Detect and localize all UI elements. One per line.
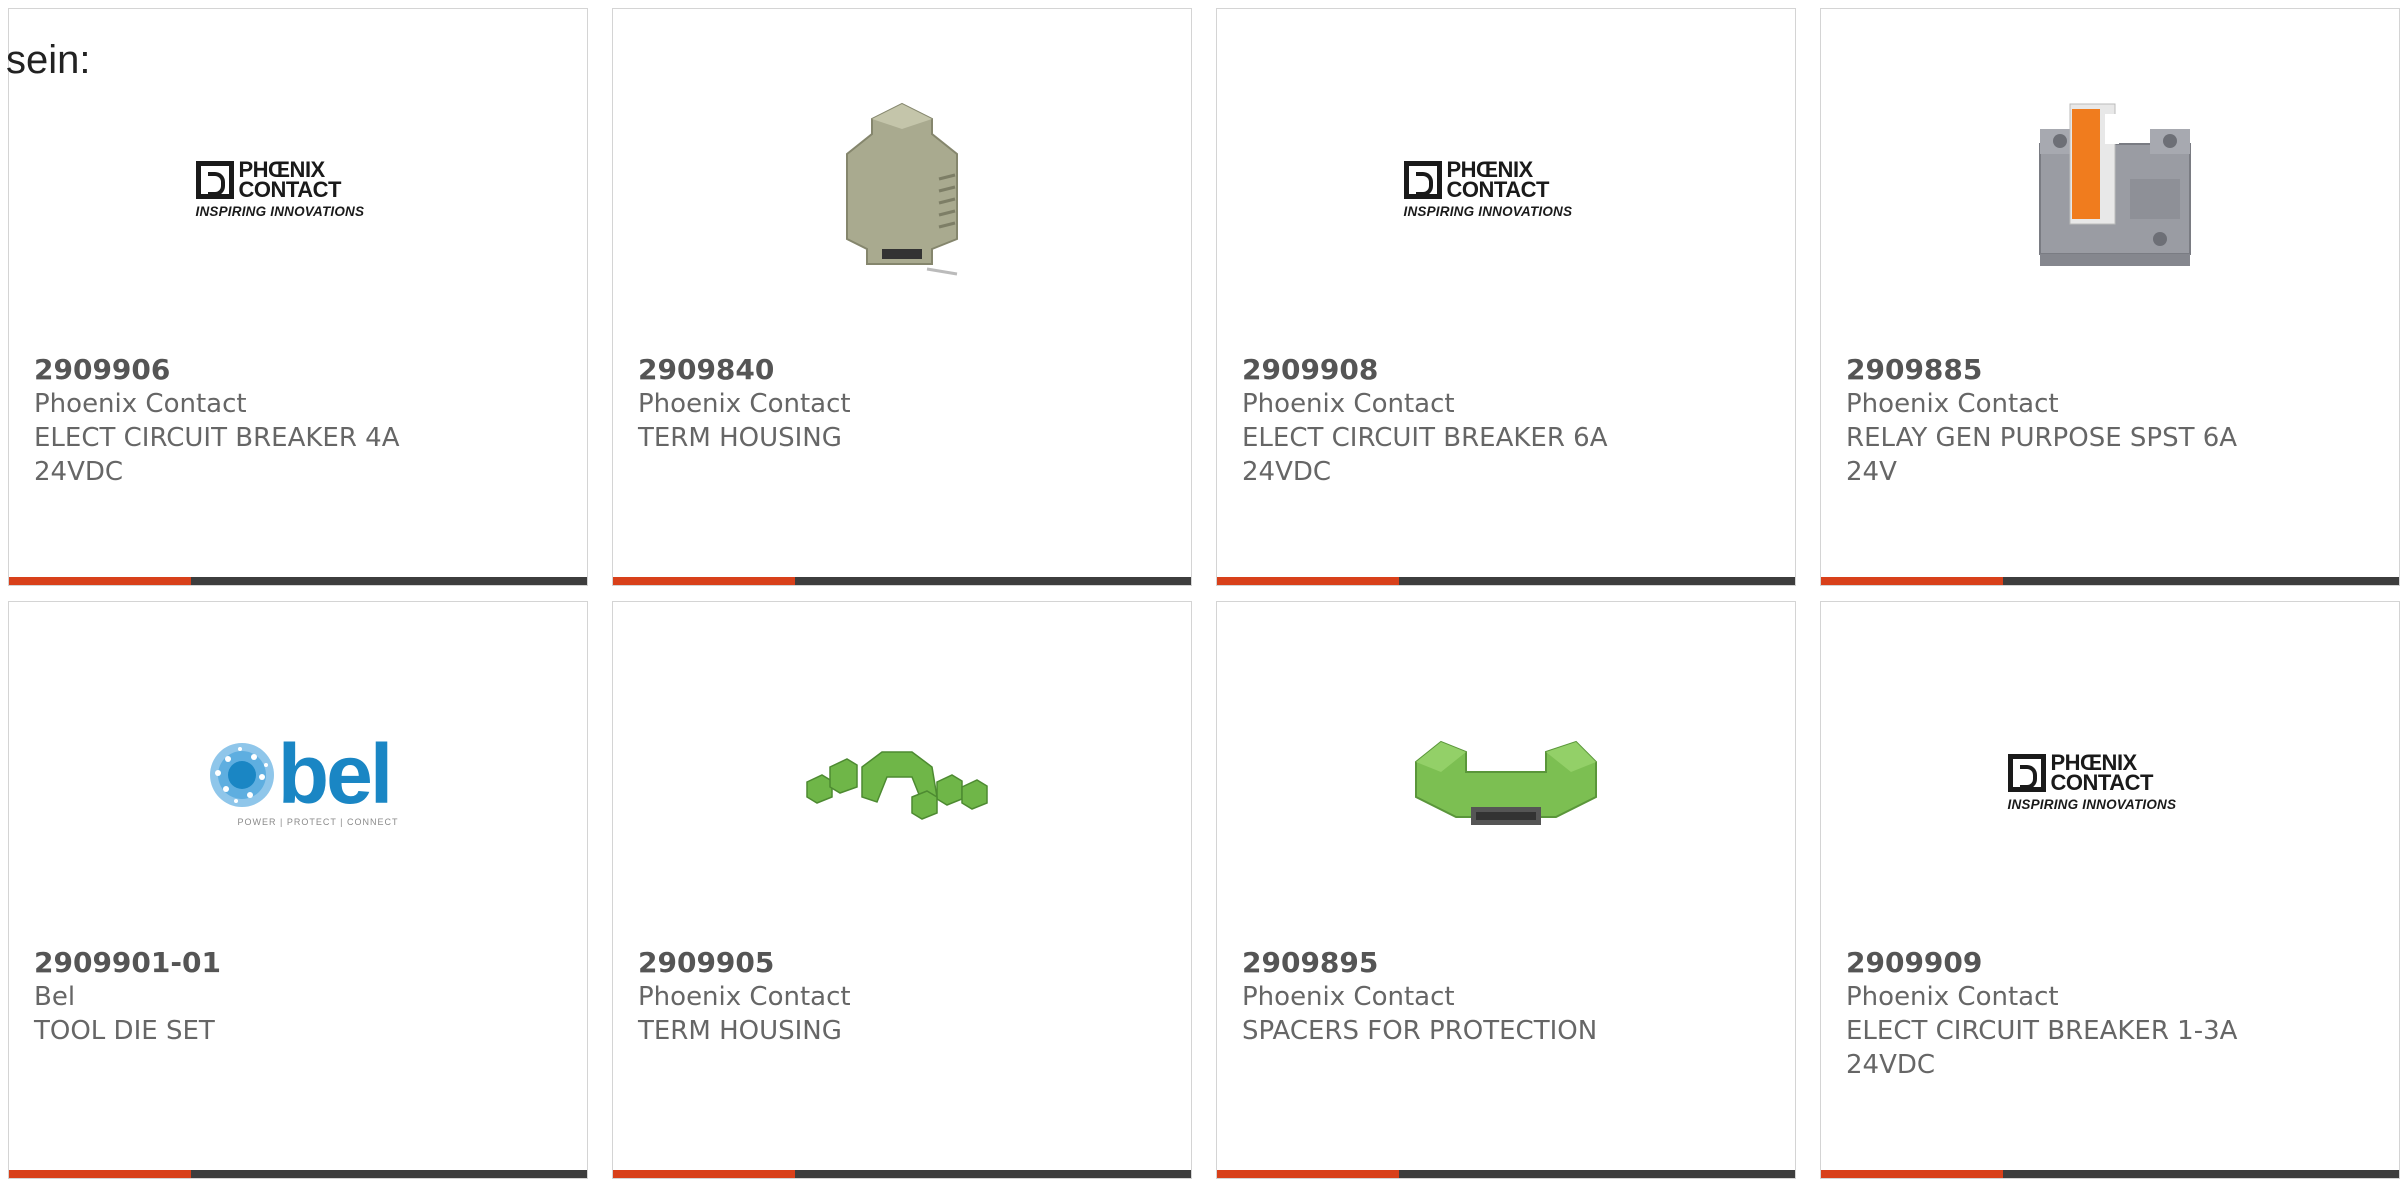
relay-module bbox=[2039, 103, 2191, 266]
part-number[interactable]: 2909909 bbox=[1846, 946, 2379, 980]
description-line-2: 24VDC bbox=[34, 457, 124, 487]
description-line-2: 24VDC bbox=[1242, 457, 1332, 487]
bel-globe-icon bbox=[209, 743, 274, 807]
description: TERM HOUSING bbox=[638, 1016, 842, 1046]
product-card[interactable]: PHŒNIX CONTACT INSPIRING INNOVATIONS 2909… bbox=[1820, 601, 2400, 1179]
product-card[interactable]: PHŒNIX CONTACT INSPIRING INNOVATIONS 2909… bbox=[1216, 8, 1796, 586]
gray-din-housing bbox=[846, 102, 958, 276]
product-image[interactable] bbox=[613, 677, 1191, 887]
green-spacer bbox=[1415, 740, 1597, 825]
part-number[interactable]: 2909840 bbox=[638, 353, 1171, 387]
part-number[interactable]: 2909908 bbox=[1242, 353, 1775, 387]
manufacturer: Phoenix Contact bbox=[1242, 982, 1455, 1012]
description: RELAY GEN PURPOSE SPST 6A bbox=[1846, 423, 2238, 453]
product-image[interactable] bbox=[613, 84, 1191, 294]
card-bar bbox=[613, 577, 1191, 585]
description: ELECT CIRCUIT BREAKER 1-3A bbox=[1846, 1016, 2238, 1046]
manufacturer: Phoenix Contact bbox=[34, 389, 247, 419]
card-bar bbox=[1821, 577, 2399, 585]
manufacturer: Phoenix Contact bbox=[1242, 389, 1455, 419]
card-bar bbox=[1217, 1170, 1795, 1178]
intro-text: sein: bbox=[6, 38, 91, 82]
phoenix-contact-logo: PHŒNIX CONTACT INSPIRING INNOVATIONS bbox=[1403, 156, 1573, 219]
product-card[interactable]: 2909885 Phoenix Contact RELAY GEN PURPOS… bbox=[1820, 8, 2400, 586]
card-bar bbox=[613, 1170, 1191, 1178]
product-grid: PHŒNIX CONTACT INSPIRING INNOVATIONS 2909… bbox=[8, 8, 2400, 1179]
product-image[interactable] bbox=[1821, 84, 2399, 294]
product-card[interactable]: 2909905 Phoenix Contact TERM HOUSING bbox=[612, 601, 1192, 1179]
description: TERM HOUSING bbox=[638, 423, 842, 453]
bel-logo: bel POWER | PROTECT | CONNECT bbox=[197, 732, 398, 827]
card-bar bbox=[9, 577, 587, 585]
manufacturer: Phoenix Contact bbox=[1846, 389, 2059, 419]
card-bar bbox=[9, 1170, 587, 1178]
manufacturer: Phoenix Contact bbox=[638, 389, 851, 419]
phoenix-contact-logo: PHŒNIX CONTACT INSPIRING INNOVATIONS bbox=[2007, 749, 2177, 812]
description-line-2: 24V bbox=[1846, 457, 1897, 487]
product-image[interactable]: PHŒNIX CONTACT INSPIRING INNOVATIONS bbox=[9, 84, 587, 294]
product-image[interactable]: bel POWER | PROTECT | CONNECT bbox=[9, 677, 587, 887]
product-image[interactable] bbox=[1217, 677, 1795, 887]
product-card[interactable]: PHŒNIX CONTACT INSPIRING INNOVATIONS 2909… bbox=[8, 8, 588, 586]
part-number[interactable]: 2909895 bbox=[1242, 946, 1775, 980]
manufacturer: Phoenix Contact bbox=[638, 982, 851, 1012]
card-bar bbox=[1821, 1170, 2399, 1178]
part-number[interactable]: 2909905 bbox=[638, 946, 1171, 980]
description: TOOL DIE SET bbox=[34, 1016, 215, 1046]
product-image[interactable]: PHŒNIX CONTACT INSPIRING INNOVATIONS bbox=[1821, 677, 2399, 887]
part-number[interactable]: 2909885 bbox=[1846, 353, 2379, 387]
product-card[interactable]: bel POWER | PROTECT | CONNECT 2909901-01… bbox=[8, 601, 588, 1179]
part-number[interactable]: 2909901-01 bbox=[34, 946, 567, 980]
product-card[interactable]: 2909840 Phoenix Contact TERM HOUSING bbox=[612, 8, 1192, 586]
description: SPACERS FOR PROTECTION bbox=[1242, 1016, 1598, 1046]
green-housing-parts bbox=[806, 751, 988, 820]
manufacturer: Phoenix Contact bbox=[1846, 982, 2059, 1012]
card-bar bbox=[1217, 577, 1795, 585]
description-line-2: 24VDC bbox=[1846, 1050, 1936, 1080]
product-card[interactable]: 2909895 Phoenix Contact SPACERS FOR PROT… bbox=[1216, 601, 1796, 1179]
phoenix-contact-logo: PHŒNIX CONTACT INSPIRING INNOVATIONS bbox=[195, 156, 365, 219]
product-image[interactable]: PHŒNIX CONTACT INSPIRING INNOVATIONS bbox=[1217, 84, 1795, 294]
description: ELECT CIRCUIT BREAKER 6A bbox=[1242, 423, 1608, 453]
manufacturer: Bel bbox=[34, 982, 76, 1012]
description: ELECT CIRCUIT BREAKER 4A bbox=[34, 423, 400, 453]
part-number[interactable]: 2909906 bbox=[34, 353, 567, 387]
